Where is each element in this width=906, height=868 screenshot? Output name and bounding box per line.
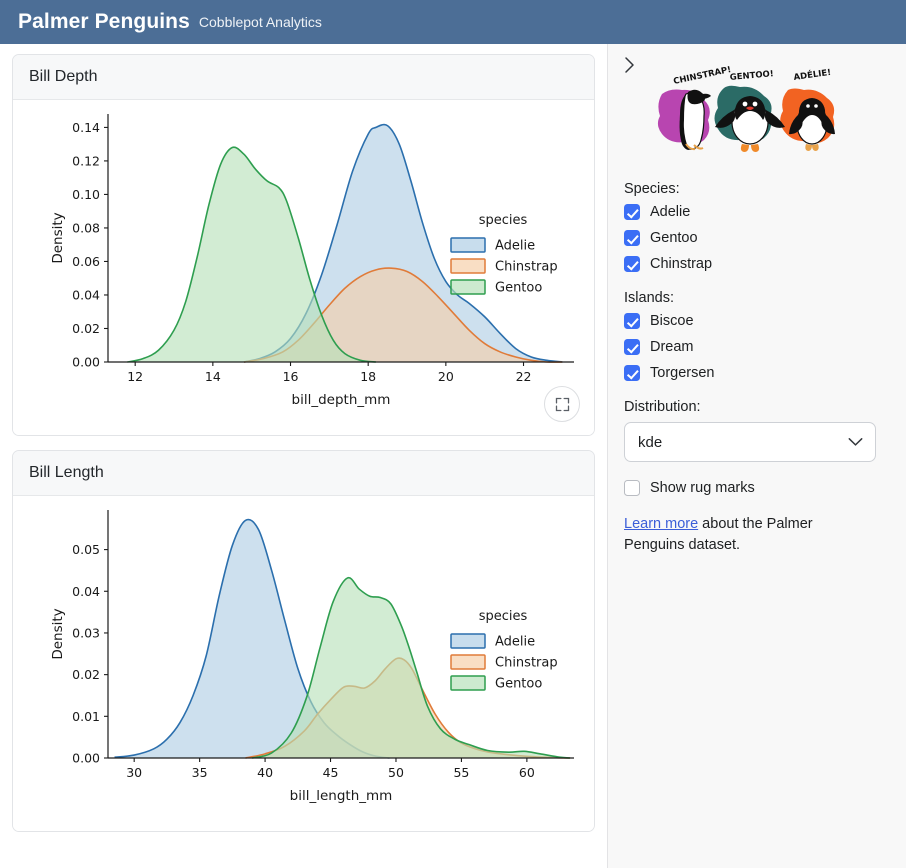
x-tick-label: 22 — [516, 369, 532, 384]
checkbox-label-show-rug-marks: Show rug marks — [650, 480, 755, 496]
checkbox-row-biscoe[interactable]: Biscoe — [624, 313, 886, 329]
checkbox-label-biscoe: Biscoe — [650, 313, 694, 329]
legend-swatch-gentoo — [451, 676, 485, 690]
x-tick-label: 16 — [283, 369, 299, 384]
x-tick-label: 18 — [360, 369, 376, 384]
chevron-right-icon — [623, 56, 636, 74]
card-title-bill-depth: Bill Depth — [13, 55, 594, 100]
y-tick-label: 0.04 — [72, 584, 100, 599]
legend-label-adelie: Adelie — [495, 635, 535, 650]
y-tick-label: 0.08 — [72, 220, 100, 235]
checkbox-row-torgersen[interactable]: Torgersen — [624, 365, 886, 381]
legend-swatch-adelie — [451, 634, 485, 648]
y-tick-label: 0.03 — [72, 625, 100, 640]
y-tick-label: 0.10 — [72, 187, 100, 202]
card-body-bill-depth: 0.00 0.02 0.04 0.06 0.08 0.10 0.12 0.14 12 14 16 18… — [13, 100, 594, 435]
legend-label-chinstrap: Chinstrap — [495, 260, 558, 275]
islands-group-label: Islands: — [624, 290, 886, 306]
card-bill-depth: Bill Depth 0.000.020.040.060.080.100.120… — [12, 54, 595, 436]
y-tick-label: 0.02 — [72, 667, 100, 682]
y-tick-label: 0.06 — [72, 254, 100, 269]
y-tick-label: 0.12 — [72, 153, 100, 168]
app-title: Palmer Penguins — [18, 10, 190, 34]
expand-icon — [555, 397, 570, 412]
x-axis-label: bill_depth_mm — [292, 392, 391, 408]
artwork-label-gentoo: GENTOO! — [729, 69, 774, 83]
x-tick-label: 40 — [257, 765, 273, 780]
learn-more-text: Learn more about the Palmer Penguins dat… — [624, 514, 834, 556]
x-tick-label: 20 — [438, 369, 454, 384]
penguin-artwork: CHINSTRAP! GENTOO! ADÉLIE! — [646, 66, 854, 158]
checkbox-row-gentoo[interactable]: Gentoo — [624, 230, 886, 246]
legend-swatch-chinstrap — [451, 259, 485, 273]
legend-label-chinstrap: Chinstrap — [495, 656, 558, 671]
checkbox-label-chinstrap: Chinstrap — [650, 256, 712, 272]
checkbox-row-adelie[interactable]: Adelie — [624, 204, 886, 220]
app-header: Palmer Penguins Cobblepot Analytics — [0, 0, 906, 44]
checkbox-biscoe[interactable] — [624, 313, 640, 329]
checkbox-show-rug-marks[interactable] — [624, 480, 640, 496]
checkbox-row-chinstrap[interactable]: Chinstrap — [624, 256, 886, 272]
app-subtitle: Cobblepot Analytics — [199, 14, 322, 30]
card-body-bill-length: 0.00 0.01 0.02 0.03 0.04 0.05 30 35 40 45 50 55 60 bi… — [13, 496, 594, 831]
y-axis-label: Density — [50, 212, 66, 263]
y-axis-label: Density — [50, 608, 66, 659]
sidebar-collapse-toggle[interactable] — [618, 54, 640, 76]
checkbox-row-show-rug-marks[interactable]: Show rug marks — [624, 480, 886, 496]
checkbox-label-torgersen: Torgersen — [650, 365, 714, 381]
checkbox-chinstrap[interactable] — [624, 256, 640, 272]
sidebar: CHINSTRAP! GENTOO! ADÉLIE! Species: Adel… — [607, 44, 906, 868]
checkbox-label-gentoo: Gentoo — [650, 230, 698, 246]
checkbox-adelie[interactable] — [624, 204, 640, 220]
legend-swatch-gentoo — [451, 280, 485, 294]
artwork-label-chinstrap: CHINSTRAP! — [673, 66, 733, 87]
legend-label-gentoo: Gentoo — [495, 281, 542, 296]
checkbox-label-adelie: Adelie — [650, 204, 690, 220]
x-tick-label: 45 — [323, 765, 339, 780]
artwork-label-adelie: ADÉLIE! — [793, 66, 832, 83]
legend-title: species — [479, 213, 528, 228]
x-tick-label: 55 — [453, 765, 469, 780]
app-body: Bill Depth 0.000.020.040.060.080.100.120… — [0, 44, 906, 868]
checkbox-torgersen[interactable] — [624, 365, 640, 381]
y-tick-label: 0.02 — [72, 321, 100, 336]
main-content: Bill Depth 0.000.020.040.060.080.100.120… — [0, 44, 607, 868]
checkbox-dream[interactable] — [624, 339, 640, 355]
y-tick-label: 0.04 — [72, 287, 100, 302]
legend-swatch-chinstrap — [451, 655, 485, 669]
x-tick-label: 12 — [127, 369, 143, 384]
legend-swatch-adelie — [451, 238, 485, 252]
x-axis-label: bill_length_mm — [290, 788, 393, 804]
legend-title: species — [479, 609, 528, 624]
chart-bill-depth: 0.00 0.02 0.04 0.06 0.08 0.10 0.12 0.14 12 14 16 18… — [13, 100, 594, 430]
checkbox-label-dream: Dream — [650, 339, 694, 355]
y-tick-label: 0.01 — [72, 709, 100, 724]
x-tick-label: 14 — [205, 369, 221, 384]
checkbox-row-dream[interactable]: Dream — [624, 339, 886, 355]
legend-label-adelie: Adelie — [495, 239, 535, 254]
card-bill-length: Bill Length 0.00 0.01 0.02 0.03 0.04 0.05 30 35… — [12, 450, 595, 832]
chart-bill-length: 0.00 0.01 0.02 0.03 0.04 0.05 30 35 40 45 50 55 60 bi… — [13, 496, 594, 826]
x-tick-label: 35 — [192, 765, 208, 780]
distribution-select[interactable]: kde — [624, 422, 876, 462]
x-tick-label: 30 — [126, 765, 142, 780]
x-tick-label: 50 — [388, 765, 404, 780]
learn-more-link[interactable]: Learn more — [624, 516, 698, 532]
distribution-label: Distribution: — [624, 399, 886, 415]
species-group-label: Species: — [624, 181, 886, 197]
y-tick-label: 0.05 — [72, 542, 100, 557]
card-title-bill-length: Bill Length — [13, 451, 594, 496]
y-tick-label: 0.00 — [72, 355, 100, 370]
x-tick-label: 60 — [519, 765, 535, 780]
legend-label-gentoo: Gentoo — [495, 677, 542, 692]
checkbox-gentoo[interactable] — [624, 230, 640, 246]
expand-chart-button-bill-depth[interactable] — [544, 386, 580, 422]
distribution-select-wrap: kde — [624, 422, 876, 462]
y-tick-label: 0.14 — [72, 120, 100, 135]
y-tick-label: 0.00 — [72, 751, 100, 766]
